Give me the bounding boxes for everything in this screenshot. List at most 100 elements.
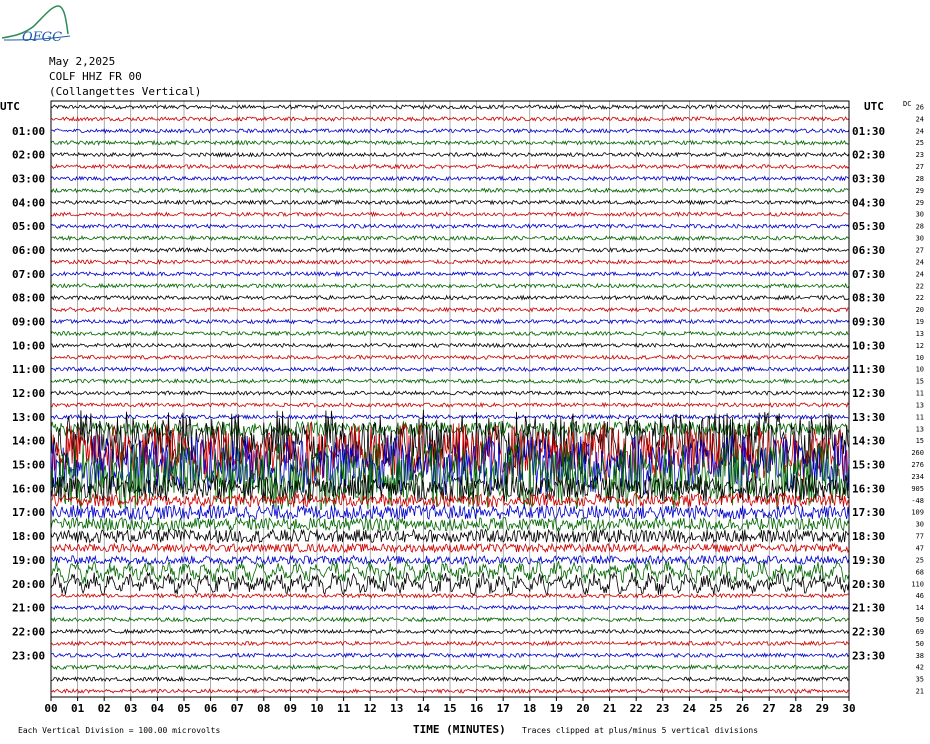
left-hour-label: 08:00 [12, 292, 45, 305]
dc-offset-value: 28 [916, 223, 924, 231]
dc-offset-value: 28 [916, 175, 924, 183]
x-tick-label: 06 [204, 702, 218, 715]
x-tick-label: 27 [763, 702, 776, 715]
left-hour-label: 09:00 [12, 316, 45, 329]
dc-offset-value: 15 [916, 378, 924, 386]
station-label: COLF HHZ FR 00 [49, 70, 142, 83]
dc-offset-value: 24 [916, 258, 924, 266]
dc-offset-value: 15 [916, 437, 924, 445]
left-hour-label: 22:00 [12, 625, 45, 638]
right-hour-label: 13:30 [852, 411, 885, 424]
right-hour-label: 04:30 [852, 196, 885, 209]
dc-offset-value: 30 [916, 235, 924, 243]
right-hour-label: 19:30 [852, 554, 885, 567]
left-hour-label: 13:00 [12, 411, 45, 424]
x-tick-label: 04 [151, 702, 165, 715]
right-hour-label: 06:30 [852, 244, 885, 257]
right-hour-label: 10:30 [852, 339, 885, 352]
dc-offset-value: 12 [916, 342, 924, 350]
right-hour-label: 08:30 [852, 292, 885, 305]
dc-offset-value: 38 [916, 652, 924, 660]
right-hour-label: 17:30 [852, 506, 885, 519]
dc-offset-value: 10 [916, 354, 924, 362]
left-hour-label: 04:00 [12, 196, 45, 209]
dc-offset-value: 47 [916, 545, 924, 553]
right-hour-label: 21:30 [852, 602, 885, 615]
x-tick-label: 13 [390, 702, 403, 715]
x-tick-label: 14 [417, 702, 431, 715]
right-hour-label: 07:30 [852, 268, 885, 281]
dc-offset-value: 24 [916, 270, 924, 278]
dc-offset-value: 50 [916, 616, 924, 624]
dc-offset-value: 50 [916, 640, 924, 648]
dc-offset-value: 21 [916, 688, 924, 696]
dc-offset-value: 29 [916, 187, 924, 195]
dc-offset-value: 46 [916, 592, 924, 600]
x-tick-label: 16 [470, 702, 484, 715]
right-hour-label: 09:30 [852, 316, 885, 329]
dc-offset-value: 110 [911, 580, 924, 588]
dc-offset-value: 13 [916, 425, 924, 433]
x-tick-label: 19 [550, 702, 563, 715]
x-tick-label: 01 [71, 702, 85, 715]
left-hour-label: 01:00 [12, 125, 45, 138]
left-hour-label: 21:00 [12, 602, 45, 615]
right-hour-label: 03:30 [852, 172, 885, 185]
right-hour-label: 18:30 [852, 530, 885, 543]
left-hour-label: 10:00 [12, 339, 45, 352]
dc-offset-value: 27 [916, 163, 924, 171]
left-hour-label: 15:00 [12, 459, 45, 472]
x-tick-label: 24 [683, 702, 697, 715]
right-hour-label: 15:30 [852, 459, 885, 472]
x-tick-label: 02 [98, 702, 111, 715]
left-hour-label: 18:00 [12, 530, 45, 543]
dc-offset-value: 42 [916, 664, 924, 672]
dc-offset-value: 11 [916, 413, 924, 421]
dc-offset-value: 276 [911, 461, 924, 469]
x-tick-label: 28 [789, 702, 802, 715]
dc-offset-value: 234 [911, 473, 924, 481]
dc-offset-value: 30 [916, 211, 924, 219]
x-tick-label: 21 [603, 702, 617, 715]
left-hour-label: 20:00 [12, 578, 45, 591]
dc-offset-value: 10 [916, 366, 924, 374]
dc-offset-value: 29 [916, 199, 924, 207]
left-hour-label: 02:00 [12, 149, 45, 162]
x-tick-label: 20 [576, 702, 589, 715]
dc-offset-value: 25 [916, 139, 924, 147]
x-tick-label: 08 [257, 702, 270, 715]
dc-offset-value: 27 [916, 247, 924, 255]
dc-offset-value: -48 [911, 497, 924, 505]
x-tick-label: 17 [497, 702, 510, 715]
helicorder-plot: OFGC UTC UTC 01:00 02:00 03:00 04:00 05:00 06:0… [0, 5, 924, 736]
x-tick-label: 10 [310, 702, 323, 715]
right-hour-label: 05:30 [852, 220, 885, 233]
x-tick-label: 26 [736, 702, 750, 715]
right-hour-label: 14:30 [852, 435, 885, 448]
x-tick-label: 25 [709, 702, 722, 715]
right-hour-label: 11:30 [852, 363, 885, 376]
x-tick-label: 11 [337, 702, 351, 715]
dc-offset-value: 24 [916, 127, 924, 135]
left-hour-label: 17:00 [12, 506, 45, 519]
logo-text: OFGC [22, 30, 62, 45]
x-axis-label: TIME (MINUTES) [413, 723, 506, 736]
right-hour-label: 02:30 [852, 149, 885, 162]
dc-offset-value: 24 [916, 115, 924, 123]
date-label: May 2,2025 [49, 55, 116, 68]
dc-offset-value: 22 [916, 282, 924, 290]
left-hour-label: 05:00 [12, 220, 45, 233]
location-label: (Collangettes Vertical) [49, 85, 202, 98]
right-hour-label: 01:30 [852, 125, 885, 138]
left-hour-label: 11:00 [12, 363, 45, 376]
x-tick-label: 00 [44, 702, 57, 715]
x-tick-label: 15 [443, 702, 456, 715]
left-hour-label: 03:00 [12, 172, 45, 185]
left-hour-label: 12:00 [12, 387, 45, 400]
footer-scale-note: Each Vertical Division = 100.00 microvol… [18, 726, 220, 735]
right-hour-label: 16:30 [852, 482, 885, 495]
dc-offset-value: 35 [916, 676, 924, 684]
footer-clip-note: Traces clipped at plus/minus 5 vertical … [522, 726, 758, 735]
x-tick-label: 29 [816, 702, 829, 715]
x-tick-label: 07 [231, 702, 244, 715]
